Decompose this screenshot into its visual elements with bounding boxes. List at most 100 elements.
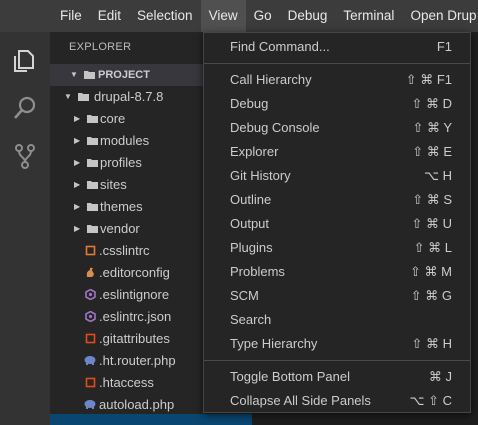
folder-label: vendor (100, 221, 140, 236)
file-label: autoload.php (99, 397, 175, 412)
view-menu-item-debug-console[interactable]: Debug Console ⇧ ⌘ Y (204, 116, 470, 140)
view-menu-item-search[interactable]: Search (204, 308, 470, 332)
view-menu-item-explorer[interactable]: Explorer ⇧ ⌘ E (204, 140, 470, 164)
editorconfig-icon (86, 267, 94, 277)
menu-item-label: Plugins (230, 240, 273, 255)
shortcut-label: ⇧ ⌘ M (410, 264, 452, 279)
menu-item-label: Search (230, 312, 272, 327)
menu-item-label: Collapse All Side Panels (230, 393, 371, 408)
file-label: .csslintrc (99, 243, 150, 258)
menu-selection[interactable]: Selection (129, 0, 201, 32)
eslint-icon (85, 311, 96, 322)
shortcut-label: ⇧ ⌘ D (411, 96, 452, 111)
menu-item-label: Type Hierarchy (230, 336, 318, 351)
menu-edit[interactable]: Edit (90, 0, 129, 32)
view-menu-item-collapse-all-side-panels[interactable]: Collapse All Side Panels ⌥ ⇧ C (204, 389, 470, 413)
view-menu-item-plugins[interactable]: Plugins ⇧ ⌘ L (204, 236, 470, 260)
menu-item-label: Outline (230, 192, 272, 207)
shortcut-label: ⇧ ⌘ G (410, 288, 452, 303)
folder-label: themes (100, 199, 143, 214)
menu-item-label: SCM (230, 288, 259, 303)
menu-open-drup[interactable]: Open Drup (402, 0, 478, 32)
shortcut-label: ⌘ J (428, 369, 452, 384)
menu-item-label: Debug (230, 96, 269, 111)
folder-icon (87, 137, 98, 145)
view-menu-item-outline[interactable]: Outline ⇧ ⌘ S (204, 188, 470, 212)
menu-go[interactable]: Go (246, 0, 280, 32)
view-menu-item-debug[interactable]: Debug ⇧ ⌘ D (204, 92, 470, 116)
shortcut-label: ⇧ ⌘ F1 (405, 72, 452, 87)
file-label: .gitattributes (99, 331, 170, 346)
source-control-icon[interactable] (11, 142, 39, 170)
selected-file-row[interactable] (50, 414, 252, 425)
file-label: .eslintrc.json (99, 309, 172, 324)
folder-icon (84, 71, 95, 79)
menu-item-label: Call Hierarchy (230, 72, 312, 87)
view-menu-item-output[interactable]: Output ⇧ ⌘ U (204, 212, 470, 236)
files-icon[interactable] (11, 47, 39, 75)
css-file-icon (85, 245, 96, 256)
menu-view[interactable]: View (200, 0, 246, 32)
chevron-right-icon: ▶ (74, 136, 81, 145)
folder-label: modules (100, 133, 150, 148)
menu-item-label: Toggle Bottom Panel (230, 369, 350, 384)
folder-icon (78, 93, 89, 101)
menu-item-label: Explorer (230, 144, 279, 159)
view-menu-item-problems[interactable]: Problems ⇧ ⌘ M (204, 260, 470, 284)
view-menu-item-git-history[interactable]: Git History ⌥ H (204, 164, 470, 188)
shortcut-label: ⇧ ⌘ Y (412, 120, 452, 135)
menu-item-label: Git History (230, 168, 291, 183)
menu-terminal[interactable]: Terminal (335, 0, 402, 32)
chevron-right-icon: ▶ (74, 202, 81, 211)
php-icon (84, 356, 96, 365)
git-file-icon (85, 333, 96, 344)
chevron-right-icon: ▶ (74, 158, 81, 167)
chevron-right-icon: ▶ (74, 224, 81, 233)
activity-bar (0, 32, 50, 425)
menu-debug[interactable]: Debug (280, 0, 336, 32)
folder-label: core (100, 111, 126, 126)
shortcut-label: ⇧ ⌘ E (412, 144, 452, 159)
menubar: File Edit Selection View Go Debug Terminal Open… (0, 0, 478, 32)
shortcut-label: ⌥ ⇧ C (409, 393, 453, 408)
menu-item-label: Find Command... (230, 39, 330, 54)
folder-label: profiles (100, 155, 142, 170)
file-label: .ht.router.php (99, 353, 176, 368)
project-label: PROJECT (98, 69, 150, 81)
file-label: .editorconfig (99, 265, 170, 280)
shortcut-label: F1 (436, 39, 452, 54)
shortcut-label: ⇧ ⌘ H (411, 336, 452, 351)
folder-icon (87, 203, 98, 211)
chevron-down-icon: ▼ (64, 92, 72, 101)
menu-item-label: Debug Console (230, 120, 320, 135)
php-icon (84, 400, 96, 409)
view-menu-item-find-command[interactable]: Find Command... F1 (204, 35, 470, 59)
view-menu-item-toggle-bottom-panel[interactable]: Toggle Bottom Panel ⌘ J (204, 365, 470, 389)
shortcut-label: ⇧ ⌘ L (413, 240, 452, 255)
folder-label: sites (100, 177, 127, 192)
chevron-down-icon: ▼ (70, 70, 78, 79)
view-menu-item-scm[interactable]: SCM ⇧ ⌘ G (204, 284, 470, 308)
menu-file[interactable]: File (0, 0, 90, 32)
chevron-right-icon: ▶ (74, 114, 81, 123)
view-menu-item-call-hierarchy[interactable]: Call Hierarchy ⇧ ⌘ F1 (204, 68, 470, 92)
htaccess-icon (85, 377, 96, 388)
view-menu-dropdown: Find Command... F1 Call Hierarchy ⇧ ⌘ F1 Deb… (203, 32, 471, 413)
folder-label: drupal-8.7.8 (94, 89, 164, 104)
view-menu-item-type-hierarchy[interactable]: Type Hierarchy ⇧ ⌘ H (204, 332, 470, 356)
folder-icon (87, 225, 98, 233)
menu-separator (204, 63, 470, 64)
search-icon[interactable] (11, 94, 39, 122)
shortcut-label: ⌥ H (424, 168, 452, 183)
folder-icon (87, 115, 98, 123)
folder-icon (87, 181, 98, 189)
folder-icon (87, 159, 98, 167)
eslint-icon (85, 289, 96, 300)
shortcut-label: ⇧ ⌘ U (411, 216, 452, 231)
menu-item-label: Problems (230, 264, 285, 279)
shortcut-label: ⇧ ⌘ S (412, 192, 452, 207)
chevron-right-icon: ▶ (74, 180, 81, 189)
menu-item-label: Output (230, 216, 270, 231)
menu-separator (204, 360, 470, 361)
file-label: .htaccess (99, 375, 154, 390)
